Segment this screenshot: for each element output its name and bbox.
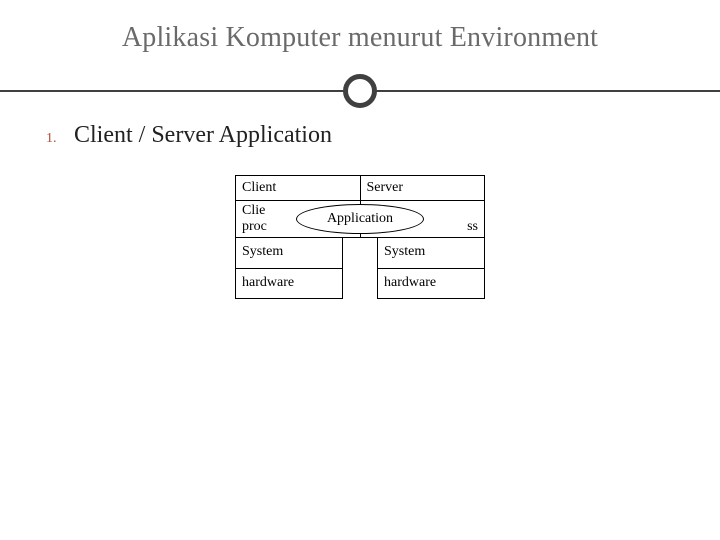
diagram-app-row: Clie proc ss Application: [235, 200, 485, 238]
diagram-client-text-2: proc: [242, 219, 267, 234]
list-text: Client / Server Application: [74, 122, 332, 149]
client-server-diagram: Client Server Clie proc ss Application S…: [235, 175, 485, 299]
diagram-server-stack: System hardware: [377, 238, 485, 299]
diagram-header-row: Client Server: [235, 175, 485, 200]
application-bubble: Application: [296, 204, 424, 234]
slide-title: Aplikasi Komputer menurut Environment: [0, 22, 720, 72]
title-divider: [0, 72, 720, 112]
list-item: 1. Client / Server Application: [46, 122, 674, 149]
diagram-client-system: System: [236, 238, 342, 268]
diagram-client-hardware: hardware: [236, 268, 342, 298]
diagram-client-text-1: Clie: [242, 203, 265, 218]
diagram-lower-row: System hardware System hardware: [235, 238, 485, 299]
divider-circle-icon: [343, 74, 377, 108]
content-area: 1. Client / Server Application Client Se…: [0, 122, 720, 299]
diagram-gap: [343, 238, 377, 299]
diagram-server-system: System: [378, 238, 484, 268]
diagram-header-server: Server: [361, 176, 485, 200]
diagram-header-client: Client: [236, 176, 361, 200]
diagram-server-text-suffix: ss: [467, 219, 478, 234]
list-number: 1.: [46, 131, 60, 147]
slide: Aplikasi Komputer menurut Environment 1.…: [0, 0, 720, 540]
diagram-server-hardware: hardware: [378, 268, 484, 298]
diagram-client-stack: System hardware: [235, 238, 343, 299]
